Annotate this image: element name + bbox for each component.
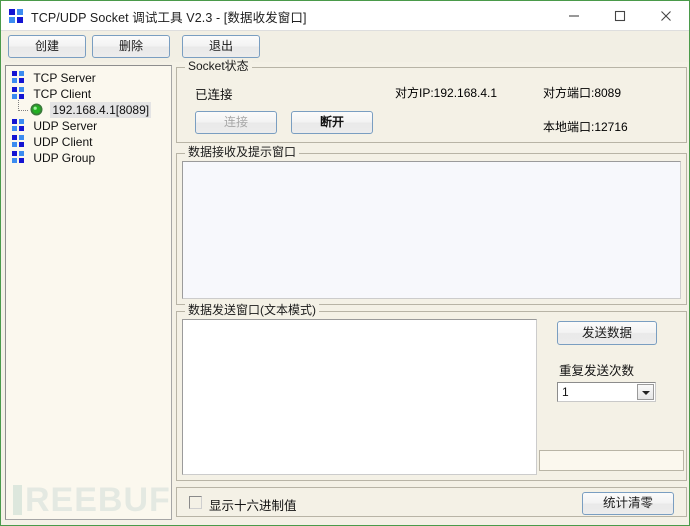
main-content: Socket状态 已连接 对方IP:192.168.4.1 对方端口:8089 … <box>176 60 687 520</box>
grid-icon <box>12 119 25 132</box>
tree-item-label: TCP Client <box>33 87 92 101</box>
clear-statistics-button[interactable]: 统计清零 <box>582 492 674 515</box>
send-group-title: 数据发送窗口(文本模式) <box>185 304 319 316</box>
chevron-down-icon[interactable] <box>637 384 654 400</box>
window-title: TCP/UDP Socket 调试工具 V2.3 - [数据收发窗口] <box>31 11 307 25</box>
local-port-text: 本地端口:12716 <box>543 120 628 134</box>
grid-icon <box>12 71 25 84</box>
grid-icon <box>12 135 25 148</box>
connect-button[interactable]: 连接 <box>195 111 277 134</box>
minimize-icon <box>569 14 579 17</box>
tree-item-label: 192.168.4.1[8089] <box>50 102 152 118</box>
send-data-button[interactable]: 发送数据 <box>557 321 657 345</box>
maximize-button[interactable] <box>597 1 643 30</box>
show-hex-checkbox[interactable] <box>189 496 202 509</box>
receive-group: 数据接收及提示窗口 <box>176 146 687 305</box>
send-group: 数据发送窗口(文本模式) 发送数据 重复发送次数 1 <box>176 304 687 481</box>
socket-status-group-title: Socket状态 <box>185 60 252 72</box>
toolbar: 创建 删除 退出 <box>2 31 689 62</box>
tree-item-udp-group[interactable]: UDP Group <box>6 150 171 166</box>
create-button[interactable]: 创建 <box>8 35 86 58</box>
exit-button[interactable]: 退出 <box>182 35 260 58</box>
delete-button[interactable]: 删除 <box>92 35 170 58</box>
tree-item-label: TCP Server <box>33 71 96 85</box>
title-bar: TCP/UDP Socket 调试工具 V2.3 - [数据收发窗口] <box>1 1 689 31</box>
connection-state-text: 已连接 <box>195 88 233 102</box>
tree-elbow-line <box>18 100 28 111</box>
close-button[interactable] <box>643 1 689 30</box>
close-icon <box>661 10 671 21</box>
repeat-count-label: 重复发送次数 <box>559 364 635 378</box>
send-textarea[interactable] <box>182 319 537 475</box>
tree-item-label: UDP Group <box>33 151 96 165</box>
receive-textarea[interactable] <box>182 161 681 299</box>
minimize-button[interactable] <box>551 1 597 30</box>
tree-item-tcp-client[interactable]: TCP Client <box>6 86 171 102</box>
disconnect-button[interactable]: 断开 <box>291 111 373 134</box>
tree-item-udp-server[interactable]: UDP Server <box>6 118 171 134</box>
tree-item-label: UDP Server <box>33 119 98 133</box>
maximize-icon <box>614 10 626 21</box>
connection-tree-panel[interactable]: TCP Server TCP Client 192.168.4.1[8089] <box>5 65 172 520</box>
app-grid-icon <box>9 9 24 24</box>
peer-ip-text: 对方IP:192.168.4.1 <box>395 86 498 100</box>
application-window: TCP/UDP Socket 调试工具 V2.3 - [数据收发窗口] 创建 删… <box>0 0 690 526</box>
show-hex-label: 显示十六进制值 <box>209 499 297 513</box>
green-circle-icon <box>30 103 43 116</box>
grid-icon <box>12 151 25 164</box>
receive-group-title: 数据接收及提示窗口 <box>185 146 300 158</box>
repeat-count-value: 1 <box>562 385 569 399</box>
bottom-bar-group: 显示十六进制值 统计清零 <box>176 487 687 517</box>
tree-item-connected-client[interactable]: 192.168.4.1[8089] <box>6 100 171 118</box>
socket-status-group: Socket状态 已连接 对方IP:192.168.4.1 对方端口:8089 … <box>176 60 687 143</box>
statistics-field <box>539 450 684 471</box>
grid-icon <box>12 87 25 100</box>
peer-port-text: 对方端口:8089 <box>543 86 622 100</box>
tree-item-tcp-server[interactable]: TCP Server <box>6 70 171 86</box>
repeat-count-combobox[interactable]: 1 <box>557 382 656 402</box>
tree-item-udp-client[interactable]: UDP Client <box>6 134 171 150</box>
tree-item-label: UDP Client <box>33 135 93 149</box>
